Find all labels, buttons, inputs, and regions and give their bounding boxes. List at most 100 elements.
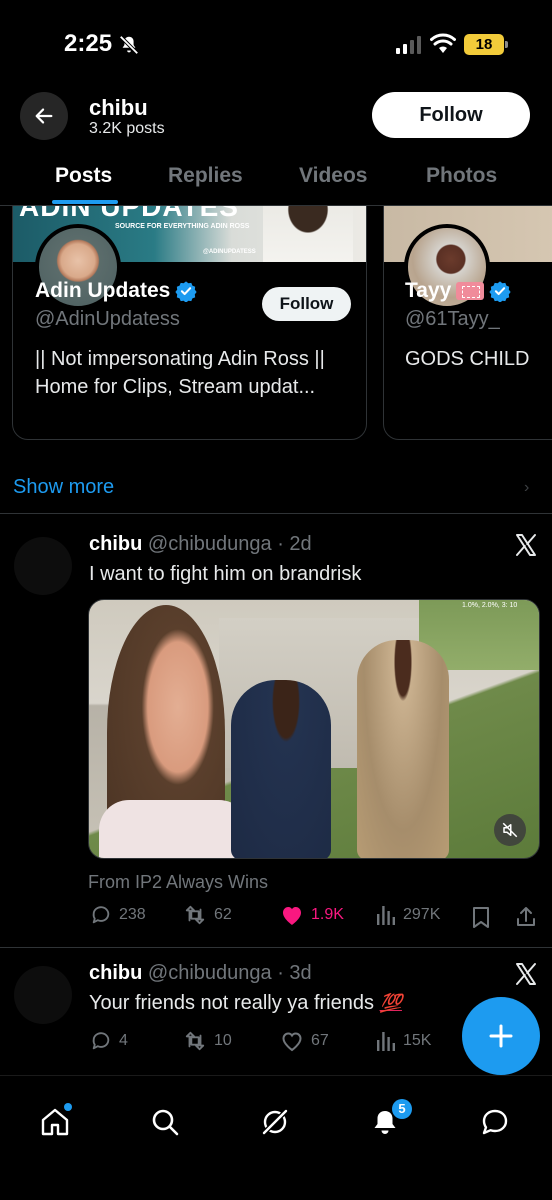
banner-photo: [263, 206, 353, 262]
tab-videos[interactable]: Videos: [299, 164, 367, 188]
status-bar: 2:25 18: [0, 0, 552, 90]
suggestion-follow-button[interactable]: Follow: [262, 287, 351, 321]
tweet-text: Your friends not really ya friends 💯: [89, 992, 402, 1015]
divider: [0, 947, 552, 948]
follow-button[interactable]: Follow: [372, 92, 530, 138]
chevron-right-icon: ›: [524, 479, 530, 496]
tab-photos[interactable]: Photos: [426, 164, 497, 188]
views-chart-icon: [377, 1032, 395, 1051]
ticket-emoji-icon: [456, 282, 485, 300]
video-frame-person: [357, 640, 449, 858]
tweet-handle-time: @chibudunga · 3d: [147, 962, 312, 984]
avatar[interactable]: [14, 966, 72, 1024]
battery-indicator: 18: [464, 34, 508, 55]
tweet-header: chibu @chibudunga · 3d: [89, 962, 312, 985]
search-icon: [152, 1109, 179, 1136]
repost-icon: [185, 1031, 205, 1051]
status-time: 2:25: [64, 30, 113, 57]
suggestion-bio-line: Home for Clips, Stream updat...: [35, 376, 316, 398]
tab-replies[interactable]: Replies: [168, 164, 243, 188]
arrow-left-icon: [35, 108, 53, 124]
share-icon[interactable]: [514, 905, 538, 929]
video-source-attribution[interactable]: From IP2 Always Wins: [88, 872, 268, 893]
who-to-follow-carousel: ADIN UPDATES SOURCE FOR EVERYTHING ADIN …: [0, 206, 552, 442]
repost-count: 10: [214, 1032, 232, 1049]
bookmark-icon[interactable]: [471, 906, 491, 928]
plus-icon: [489, 1024, 513, 1048]
video-frame-person: [99, 800, 249, 858]
profile-name: chibu: [89, 95, 148, 120]
tweet-header: chibu @chibudunga · 2d: [89, 533, 312, 556]
banner-title: ADIN UPDATES: [19, 206, 239, 222]
profile-post-count: 3.2K posts: [89, 120, 165, 137]
tweet-video[interactable]: 1.0%, 2.0%, 3: 10: [88, 599, 540, 859]
avatar[interactable]: [14, 537, 72, 595]
verified-badge-icon: [175, 281, 197, 302]
tweet-actions: 238 62 1.9K 297K: [0, 902, 552, 932]
like-count: 67: [311, 1032, 329, 1049]
mute-button[interactable]: [494, 814, 526, 846]
views-button[interactable]: 297K: [376, 904, 440, 926]
bottom-navigation: 5: [0, 1075, 552, 1200]
profile-tabs: Posts Replies Videos Photos: [0, 150, 552, 206]
suggestion-handle: @61Tayy_: [405, 308, 500, 330]
silent-bell-icon: [119, 35, 139, 55]
banner-handle: @ADINUPDATESS: [203, 249, 256, 255]
suggestion-handle: @AdinUpdatess: [35, 308, 180, 330]
suggestion-bio: || Not impersonating Adin Ross || Home f…: [35, 345, 355, 401]
repost-icon: [185, 905, 205, 925]
cell-signal-icon: [396, 36, 421, 54]
messages-icon: [482, 1109, 508, 1135]
suggestion-bio-line: || Not impersonating Adin Ross ||: [35, 348, 325, 370]
suggestion-name[interactable]: Tayy: [405, 279, 511, 303]
reply-icon: [92, 1032, 110, 1050]
suggestion-bio: GODS CHILD: [405, 348, 530, 370]
reply-button[interactable]: 238: [90, 904, 146, 926]
banner-subtitle: SOURCE FOR EVERYTHING ADIN ROSS: [115, 223, 250, 230]
tweet-author-name[interactable]: chibu: [89, 533, 142, 555]
back-button[interactable]: [20, 92, 68, 140]
repost-button[interactable]: 10: [183, 1030, 232, 1052]
suggestion-name-text: Adin Updates: [35, 279, 171, 302]
tweet-author-name[interactable]: chibu: [89, 962, 142, 984]
verified-badge-icon: [489, 281, 511, 302]
suggestion-card[interactable]: ADIN UPDATES SOURCE FOR EVERYTHING ADIN …: [12, 206, 367, 440]
divider: [0, 513, 552, 514]
notification-badge: 5: [392, 1099, 412, 1119]
tweet-text-content: Your friends not really ya friends: [89, 992, 374, 1014]
show-more-link[interactable]: Show more: [13, 476, 114, 499]
repost-button[interactable]: 62: [183, 904, 232, 926]
like-count: 1.9K: [311, 906, 344, 923]
suggestion-card[interactable]: Tayy @61Tayy_ GODS CHILD: [383, 206, 552, 440]
profile-header: chibu 3.2K posts Follow: [0, 90, 552, 148]
suggestion-name-text: Tayy: [405, 279, 452, 302]
reply-count: 4: [119, 1032, 128, 1049]
tab-posts[interactable]: Posts: [55, 164, 112, 188]
grok-icon: [262, 1109, 288, 1135]
video-watermark: 1.0%, 2.0%, 3: 10: [462, 602, 518, 609]
views-button[interactable]: 15K: [376, 1030, 431, 1052]
views-chart-icon: [377, 906, 395, 925]
unread-dot: [64, 1103, 72, 1111]
suggestion-name[interactable]: Adin Updates: [35, 279, 197, 303]
x-logo-icon[interactable]: [514, 962, 538, 986]
x-logo-icon[interactable]: [514, 533, 538, 557]
nav-messages[interactable]: [475, 1102, 515, 1142]
reply-icon: [92, 906, 110, 924]
nav-search[interactable]: [145, 1102, 185, 1142]
heart-icon: [282, 1032, 302, 1052]
tweet-text: I want to fight him on brandrisk: [89, 563, 362, 585]
wifi-icon: [430, 33, 456, 53]
like-button[interactable]: 67: [280, 1030, 329, 1052]
reply-count: 238: [119, 906, 146, 923]
compose-post-button[interactable]: [462, 997, 540, 1075]
views-count: 297K: [403, 906, 441, 923]
nav-grok[interactable]: [255, 1102, 295, 1142]
speaker-muted-icon: [502, 822, 518, 838]
active-tab-indicator: [52, 200, 118, 204]
video-frame-person: [231, 680, 331, 858]
reply-button[interactable]: 4: [90, 1030, 128, 1052]
heart-filled-icon: [283, 907, 301, 925]
like-button[interactable]: 1.9K: [280, 904, 344, 926]
tweet-handle-time: @chibudunga · 2d: [147, 533, 312, 555]
